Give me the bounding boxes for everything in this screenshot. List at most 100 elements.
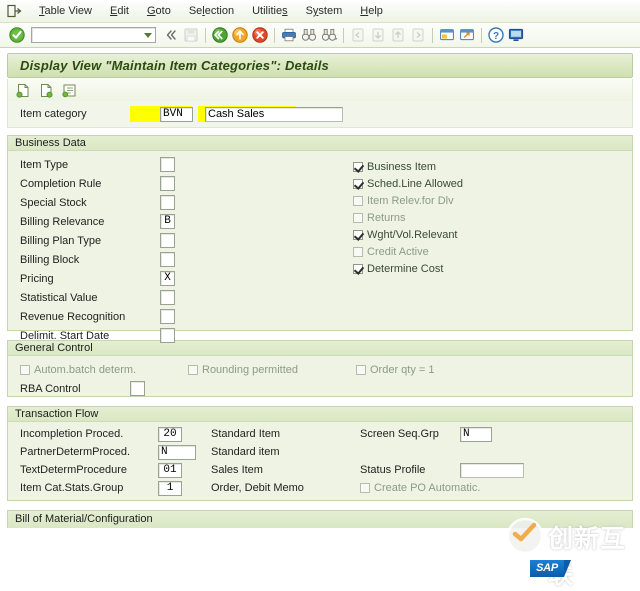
field-row: Special Stock [8,193,632,212]
field-input[interactable] [160,157,175,172]
find-binoculars-icon[interactable] [300,26,318,44]
menu-item-table-view[interactable]: Table View [30,4,101,18]
field-input[interactable]: B [160,214,175,229]
application-toolbar [7,79,633,101]
checkbox-label: Credit Active [367,245,429,258]
field-input[interactable]: 01 [158,462,182,478]
field-description: Sales Item [211,464,263,476]
checkbox-row-item-relev-for-dlv[interactable]: Item Relev.for Dlv [353,192,463,209]
checkbox-label: Determine Cost [367,262,444,275]
collapse-left-icon[interactable] [162,26,180,44]
checkbox-row-order-qty-1[interactable]: Order qty = 1 [356,362,435,378]
field-input[interactable] [160,290,175,305]
field-input[interactable] [160,176,175,191]
business-data-title: Business Data [8,136,632,151]
checkbox-order-qty-1[interactable] [356,365,366,375]
field-input[interactable]: X [160,271,175,286]
find-next-binoculars-icon[interactable] [320,26,338,44]
toolbar-separator [343,27,344,43]
checkbox-label: Returns [367,211,406,224]
menu-item-system[interactable]: System [297,4,352,18]
field-input[interactable]: 1 [158,480,182,496]
item-category-description-input[interactable]: Cash Sales [205,106,343,122]
menu-item-utilities[interactable]: Utilities [243,4,296,18]
rba-control-input[interactable] [130,381,145,396]
next-entry-icon[interactable] [38,82,55,99]
status-profile-input[interactable] [460,462,524,478]
field-row: Completion Rule [8,174,632,193]
field-input[interactable] [160,328,175,343]
toolbar-separator [432,27,433,43]
checkbox-row-determine-cost[interactable]: Determine Cost [353,260,463,277]
field-input[interactable] [160,195,175,210]
new-session-icon[interactable] [438,26,456,44]
print-icon[interactable] [280,26,298,44]
display-details-icon[interactable] [15,82,32,99]
sap-logo-label: SAP [530,560,564,577]
checkbox-business-item[interactable] [353,161,363,172]
field-label: TextDetermProcedure [20,464,127,476]
field-input[interactable]: N [158,444,196,460]
field-label: Statistical Value [20,291,98,304]
toolbar-separator [274,27,275,43]
checkbox-row-credit-active[interactable]: Credit Active [353,243,463,260]
checkbox-label: Business Item [367,160,437,173]
checkbox-rounding-permitted[interactable] [188,365,198,375]
checkbox-create-po-automatic[interactable] [360,483,370,493]
menu-item-help[interactable]: Help [351,4,392,18]
checkbox-sched-line-allowed[interactable] [353,178,363,189]
item-category-key-input[interactable]: BVN [160,106,193,122]
transaction-flow-group: Transaction Flow Incompletion Proced. 20… [7,406,633,501]
sap-logo-tail [564,560,571,577]
save-icon[interactable] [182,26,200,44]
next-page-icon[interactable] [389,26,407,44]
checkbox-determine-cost[interactable] [353,263,363,274]
rba-control-label: RBA Control [20,382,81,395]
field-input[interactable] [160,233,175,248]
checkbox-credit-active[interactable] [353,246,363,257]
checkbox-row-create-po-automatic[interactable]: Create PO Automatic. [360,480,480,496]
other-entry-icon[interactable] [61,82,78,99]
field-description: Standard Item [211,428,281,440]
checkbox-row-rounding-permitted[interactable]: Rounding permitted [188,362,298,378]
exit-yellow-arrow-icon[interactable] [231,26,249,44]
business-data-fields: Item Type Completion Rule Special Stock … [8,155,632,345]
field-input[interactable] [160,252,175,267]
menu-item-goto[interactable]: Goto [138,4,180,18]
checkbox-row-business-item[interactable]: Business Item [353,158,463,175]
field-label: Pricing [20,272,54,285]
menu-item-selection[interactable]: Selection [180,4,243,18]
field-label: Billing Relevance [20,215,105,228]
previous-page-icon[interactable] [369,26,387,44]
sap-logo: SAP [530,560,571,579]
checkbox-wght-vol-relevant[interactable] [353,229,363,240]
field-input[interactable] [160,309,175,324]
last-page-icon[interactable] [409,26,427,44]
field-input[interactable]: 20 [158,426,182,442]
menu-item-edit[interactable]: Edit [101,4,138,18]
customize-layout-icon[interactable] [507,26,525,44]
command-field[interactable] [31,27,156,43]
first-page-icon[interactable] [349,26,367,44]
checkbox-returns[interactable] [353,212,363,223]
exit-door-icon[interactable] [6,3,22,19]
checkbox-row-returns[interactable]: Returns [353,209,463,226]
checkbox-row-wght-vol-relevant[interactable]: Wght/Vol.Relevant [353,226,463,243]
field-description: Order, Debit Memo [211,482,304,494]
cancel-red-x-icon[interactable] [251,26,269,44]
checkbox-autom-batch-determ[interactable] [20,365,30,375]
field-label: Item Type [20,158,69,171]
create-shortcut-icon[interactable] [458,26,476,44]
field-label: Item Cat.Stats.Group [20,482,124,494]
back-green-arrow-icon[interactable] [211,26,229,44]
checkbox-item-relev-for-dlv[interactable] [353,195,363,206]
screen-seq-grp-input[interactable]: N [460,426,492,442]
green-check-enter-icon[interactable] [8,26,26,44]
field-row: Billing Block [8,250,632,269]
help-question-icon[interactable]: ? [487,26,505,44]
checkbox-row-sched-line-allowed[interactable]: Sched.Line Allowed [353,175,463,192]
checkbox-row-autom-batch-determ[interactable]: Autom.batch determ. [20,362,136,378]
chevron-down-icon[interactable] [144,32,152,38]
field-row: Revenue Recognition [8,307,632,326]
field-label: PartnerDetermProced. [20,446,131,458]
